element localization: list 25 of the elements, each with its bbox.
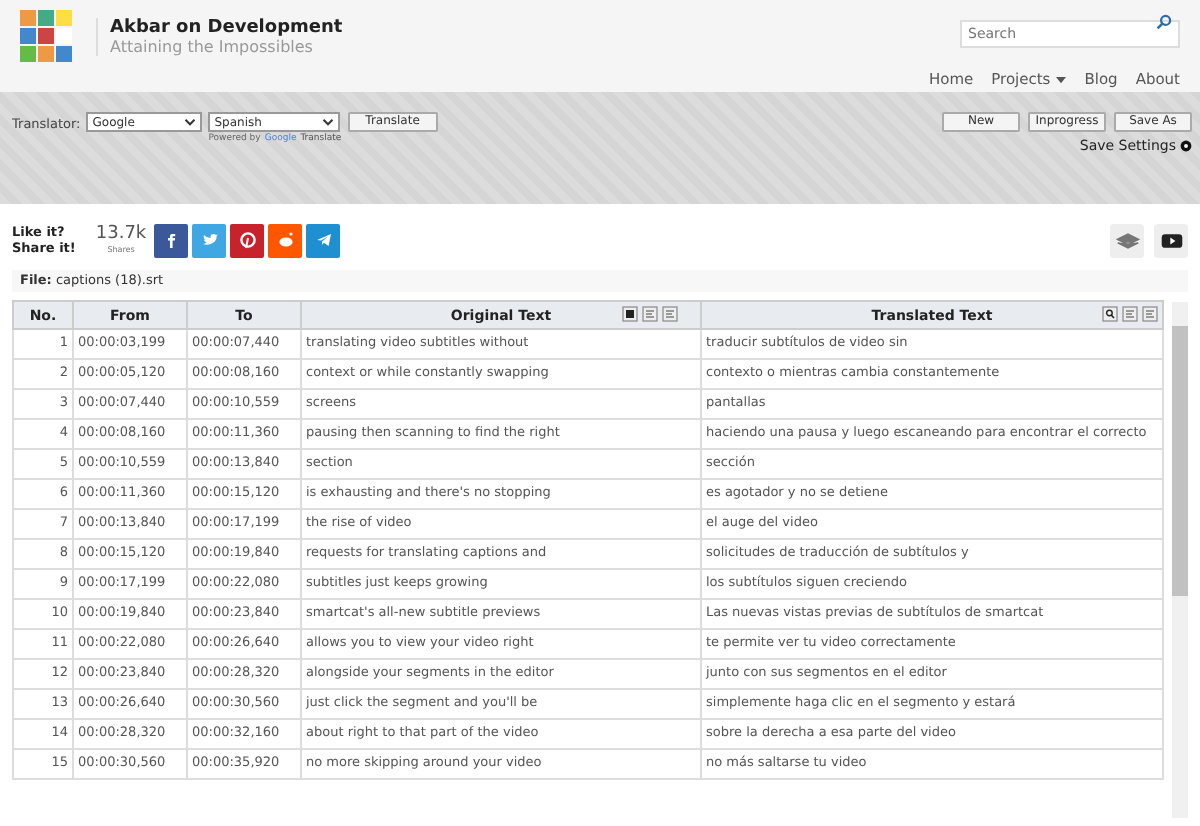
chevron-icon xyxy=(322,118,335,126)
chevron-icon xyxy=(184,118,197,126)
facebook-share-button[interactable] xyxy=(154,223,189,257)
align-right-icon[interactable] xyxy=(1142,306,1158,322)
layers-button[interactable] xyxy=(1110,223,1144,257)
pinterest-icon xyxy=(237,230,258,250)
scrollbar[interactable] xyxy=(1172,302,1188,818)
pinterest-share-button[interactable] xyxy=(230,223,265,257)
telegram-share-button[interactable] xyxy=(306,223,341,257)
video-button[interactable] xyxy=(1154,223,1188,257)
play-icon xyxy=(1159,231,1183,249)
bird-icon xyxy=(199,230,220,250)
scrollbar-thumb[interactable] xyxy=(1172,326,1188,596)
site-title[interactable]: Akbar on Development xyxy=(110,17,343,37)
align-right-icon[interactable] xyxy=(662,306,678,322)
search-icon[interactable] xyxy=(1102,306,1118,322)
cube-logo-icon xyxy=(16,6,76,66)
reddit-share-button[interactable] xyxy=(268,223,303,257)
paper-plane-icon xyxy=(313,230,334,250)
reddit-icon xyxy=(275,230,296,250)
gear-icon xyxy=(1180,140,1192,152)
share-count: 13.7k xyxy=(95,226,147,244)
site-tagline: Attaining the Impossibles xyxy=(110,37,315,55)
stop-icon[interactable] xyxy=(622,306,638,322)
layers-icon xyxy=(1115,231,1139,249)
